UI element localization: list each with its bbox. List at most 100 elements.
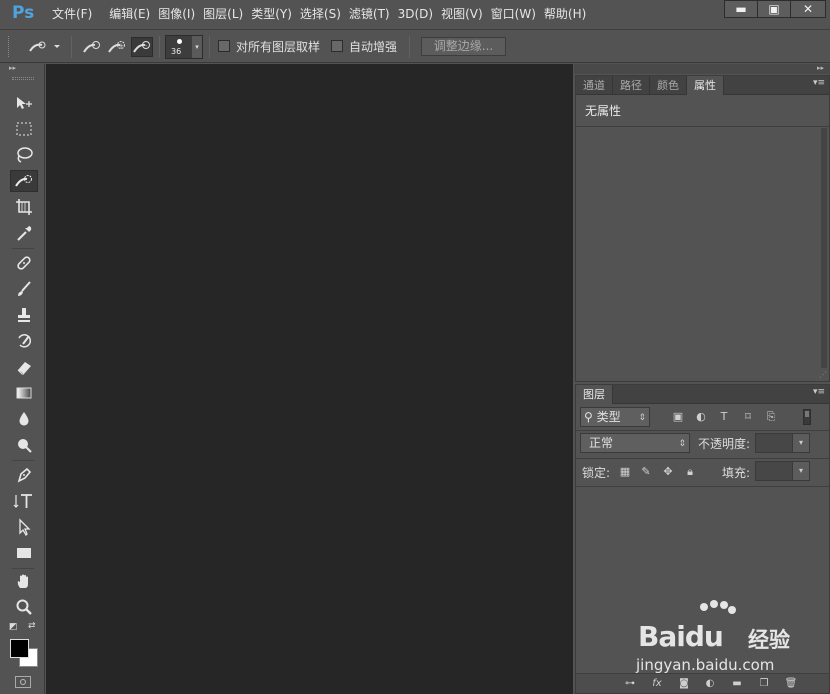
history-brush-tool[interactable] (10, 330, 38, 352)
brush-icon (18, 281, 31, 296)
eyedropper-tool[interactable] (10, 222, 38, 244)
toolbar-separator (12, 248, 34, 249)
close-button[interactable]: ✕ (790, 0, 826, 18)
fill-field[interactable]: ▾ (755, 461, 810, 481)
chevron-updown-icon: ⇕ (678, 439, 686, 449)
document-canvas-area[interactable] (46, 64, 573, 694)
menu-filter[interactable]: 滤镜(T) (345, 0, 394, 30)
shape-tool[interactable] (10, 542, 38, 564)
new-selection-button[interactable] (81, 37, 103, 57)
toggle-knob (805, 411, 809, 417)
crop-tool[interactable] (10, 196, 38, 218)
menu-edit[interactable]: 编辑(E) (105, 0, 154, 30)
filter-smart-object-icon[interactable]: ⎘ (763, 410, 779, 424)
default-colors-icon[interactable]: ◩ (9, 622, 18, 632)
panel-menu-icon[interactable]: ▾≡ (813, 387, 825, 397)
menu-type[interactable]: 类型(Y) (247, 0, 296, 30)
trash-icon[interactable]: 🗑︎ (783, 677, 799, 691)
divider (576, 430, 829, 431)
svg-text:-: - (145, 42, 148, 50)
menu-3d[interactable]: 3D(D) (394, 0, 437, 30)
properties-scrollbar[interactable] (821, 128, 827, 368)
filter-kind-value: 类型 (596, 410, 621, 424)
swap-colors-icon[interactable]: ⇄ (28, 621, 36, 631)
eraser-tool[interactable] (10, 356, 38, 378)
maximize-button[interactable]: ▣ (757, 0, 791, 18)
hand-tool[interactable] (10, 570, 38, 592)
resize-grip-icon[interactable]: ⋰ (819, 370, 827, 379)
tool-preset-picker[interactable] (24, 37, 64, 57)
tab-layers[interactable]: 图层 (576, 385, 613, 404)
menu-help[interactable]: 帮助(H) (540, 0, 590, 30)
panel-menu-icon[interactable]: ▾≡ (813, 78, 825, 88)
lasso-tool[interactable] (10, 144, 38, 166)
move-tool[interactable] (10, 92, 38, 114)
menu-image[interactable]: 图像(I) (154, 0, 199, 30)
lock-position-icon[interactable]: ✥ (661, 465, 675, 479)
blend-mode-select[interactable]: 正常 ⇕ (580, 433, 690, 453)
filter-shape-icon[interactable]: ⌑ (740, 410, 756, 424)
zoom-tool[interactable] (10, 596, 38, 618)
filter-pixel-icon[interactable]: ▣ (670, 410, 686, 424)
new-layer-icon[interactable]: ❐ (756, 677, 772, 691)
menu-file[interactable]: 文件(F) (48, 0, 96, 30)
panel-collapse-strip[interactable]: ▸▸ (574, 64, 830, 74)
stamp-tool[interactable] (10, 304, 38, 326)
opacity-field[interactable]: ▾ (755, 433, 810, 453)
no-properties-text: 无属性 (576, 96, 829, 127)
brush-tool[interactable] (10, 278, 38, 300)
menu-select[interactable]: 选择(S) (296, 0, 345, 30)
lock-pixels-icon[interactable]: ✎ (639, 465, 653, 479)
pen-icon (17, 467, 32, 483)
tab-paths[interactable]: 路径 (613, 76, 650, 95)
chevron-updown-icon: ⇕ (638, 413, 646, 423)
menu-bar: Ps 文件(F) 编辑(E) 图像(I) 图层(L) 类型(Y) 选择(S) 滤… (0, 0, 830, 30)
svg-text:+: + (118, 42, 124, 50)
minimize-button[interactable]: ▬ (724, 0, 758, 18)
type-tool[interactable] (10, 490, 38, 512)
toolbar-grip[interactable] (12, 77, 34, 80)
menu-window[interactable]: 窗口(W) (487, 0, 540, 30)
filter-toggle-switch[interactable] (803, 409, 811, 425)
filter-adjustment-icon[interactable]: ◐ (693, 410, 709, 424)
quick-mask-button[interactable] (15, 676, 31, 688)
refine-edge-button[interactable]: 调整边缘... (421, 37, 506, 56)
filter-kind-select[interactable]: ⚲ 类型 ⇕ (580, 407, 650, 427)
foreground-color[interactable] (10, 639, 29, 658)
auto-enhance-checkbox[interactable] (331, 40, 343, 52)
lock-all-icon[interactable]: 🔒︎ (683, 465, 697, 479)
subtract-from-selection-button[interactable]: - (131, 37, 153, 57)
brush-size-picker[interactable]: 36 ▾ (165, 35, 203, 59)
lock-transparency-icon[interactable]: ▦ (618, 465, 632, 479)
quick-selection-tool[interactable] (10, 170, 38, 192)
menu-layer[interactable]: 图层(L) (199, 0, 247, 30)
healing-tool[interactable] (10, 252, 38, 274)
chevron-down-icon[interactable]: ▾ (792, 434, 809, 452)
options-separator (409, 36, 410, 58)
new-group-icon[interactable]: ▬ (729, 677, 745, 691)
chevron-down-icon[interactable]: ▾ (792, 462, 809, 480)
path-selection-tool[interactable] (10, 516, 38, 538)
layer-style-fx-icon[interactable]: fx (649, 677, 665, 691)
tab-properties[interactable]: 属性 (687, 76, 724, 95)
dodge-tool[interactable] (10, 434, 38, 456)
menu-view[interactable]: 视图(V) (437, 0, 487, 30)
opacity-label: 不透明度: (698, 437, 751, 451)
tab-channels[interactable]: 通道 (576, 76, 613, 95)
divider (576, 458, 829, 459)
adjustment-layer-icon[interactable]: ◐ (702, 677, 718, 691)
filter-type-icon[interactable]: T (716, 410, 732, 424)
options-bar-grip[interactable] (8, 36, 11, 57)
sample-all-layers-checkbox[interactable] (218, 40, 230, 52)
toolbar-separator (12, 460, 34, 461)
add-mask-icon[interactable]: ◙ (676, 677, 692, 691)
blur-tool[interactable] (10, 408, 38, 430)
link-layers-icon[interactable]: ⊶ (622, 677, 638, 691)
gradient-tool[interactable] (10, 382, 38, 404)
marquee-tool[interactable] (10, 118, 38, 140)
pen-tool[interactable] (10, 464, 38, 486)
tab-color[interactable]: 颜色 (650, 76, 687, 95)
add-to-selection-button[interactable]: + (106, 37, 128, 57)
toolbar-collapse-toggle[interactable]: ▸▸ (0, 64, 44, 74)
auto-enhance-label: 自动增强 (349, 40, 398, 54)
